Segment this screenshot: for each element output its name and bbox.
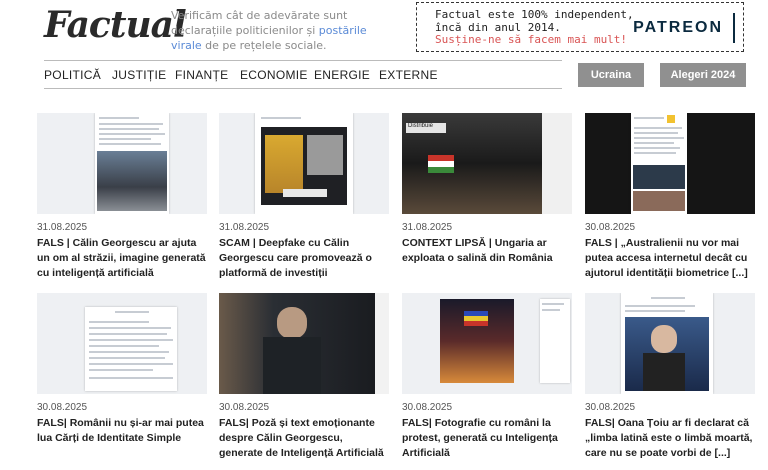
nav-item-politica[interactable]: POLITICĂ [44,68,101,82]
article-thumbnail[interactable] [585,113,755,214]
article-thumbnail[interactable] [37,293,207,394]
social-post-image [85,307,177,391]
article-card[interactable]: 30.08.2025 FALS | „Australienii nu vor m… [585,113,755,281]
patreon-line1: Factual este 100% independent, [435,8,634,21]
article-date: 31.08.2025 [37,222,88,233]
social-post-image [621,293,713,394]
article-thumbnail[interactable] [37,113,207,214]
social-post-image [631,113,687,214]
article-date: 30.08.2025 [219,402,270,413]
social-post-image [255,113,353,214]
main-nav: POLITICĂ JUSTIȚIE FINANȚE ECONOMIE ENERG… [44,60,562,89]
article-thumbnail[interactable]: Distribuie [402,113,572,214]
article-card[interactable]: Distribuie 31.08.2025 CONTEXT LIPSĂ | Un… [402,113,572,266]
factual-logo[interactable]: Factual [44,4,187,46]
article-title[interactable]: CONTEXT LIPSĂ | Ungaria ar exploata o sa… [402,236,572,266]
tagline-end: de pe rețelele sociale. [201,39,327,52]
article-date: 31.08.2025 [402,222,453,233]
pill-alegeri-2024[interactable]: Alegeri 2024 [660,63,746,87]
patreon-bar [733,13,735,43]
nav-item-finante[interactable]: FINANȚE [175,68,228,82]
article-thumbnail[interactable] [402,293,572,394]
article-title[interactable]: FALS | Călin Georgescu ar ajuta un om al… [37,236,207,281]
article-date: 30.08.2025 [585,222,636,233]
patreon-cta: Susține-ne să facem mai mult! [435,33,628,46]
article-card[interactable]: 30.08.2025 FALS| Fotografie cu români la… [402,293,572,461]
tagline: Verificăm cât de adevărate sunt declaraț… [171,8,371,53]
nav-item-externe[interactable]: EXTERNE [379,68,438,82]
patreon-banner[interactable]: Factual este 100% independent, încă din … [416,2,744,52]
article-thumbnail[interactable] [585,293,755,394]
article-title[interactable]: FALS| Românii nu și-ar mai putea lua Căr… [37,416,207,446]
patreon-logo: PATREON [633,19,723,36]
article-card[interactable]: 30.08.2025 FALS| Poză și text emoționant… [219,293,389,461]
article-date: 30.08.2025 [37,402,88,413]
article-date: 30.08.2025 [402,402,453,413]
article-thumbnail[interactable] [219,293,389,394]
share-label: Distribuie [406,123,446,133]
article-title[interactable]: FALS| Poză și text emoționante despre Că… [219,416,389,461]
patreon-text: Factual este 100% independent, încă din … [435,8,634,34]
article-date: 31.08.2025 [219,222,270,233]
article-title[interactable]: FALS| Oana Țoiu ar fi declarat că „limba… [585,416,755,461]
article-card[interactable]: 30.08.2025 FALS| Oana Țoiu ar fi declara… [585,293,755,461]
article-title[interactable]: SCAM | Deepfake cu Călin Georgescu care … [219,236,389,281]
article-card[interactable]: 31.08.2025 SCAM | Deepfake cu Călin Geor… [219,113,389,281]
article-card[interactable]: 31.08.2025 FALS | Călin Georgescu ar aju… [37,113,207,281]
article-date: 30.08.2025 [585,402,636,413]
nav-item-justitie[interactable]: JUSTIȚIE [112,68,166,82]
comments-panel [540,299,570,383]
article-title[interactable]: FALS| Fotografie cu români la protest, g… [402,416,572,461]
article-card[interactable]: 30.08.2025 FALS| Românii nu și-ar mai pu… [37,293,207,446]
article-title[interactable]: FALS | „Australienii nu vor mai putea ac… [585,236,755,281]
social-post-image [95,113,169,214]
nav-item-energie[interactable]: ENERGIE [314,68,370,82]
nav-item-economie[interactable]: ECONOMIE [240,68,308,82]
pill-ucraina[interactable]: Ucraina [578,63,644,87]
article-thumbnail[interactable] [219,113,389,214]
